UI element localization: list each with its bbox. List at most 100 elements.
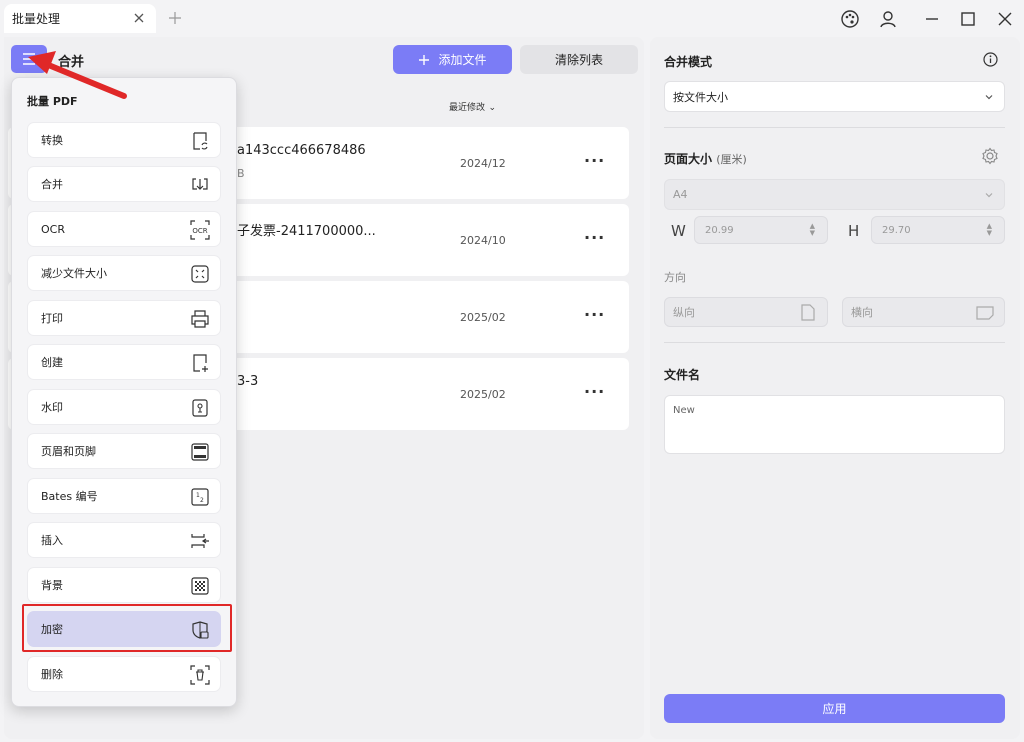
menu-item-insert[interactable]: 插入	[27, 522, 221, 558]
settings-panel	[650, 37, 1020, 739]
highlight-box	[22, 604, 232, 652]
sort-label: 最近修改	[449, 103, 486, 113]
plus-icon	[419, 54, 430, 65]
orientation-label: 方向	[664, 271, 686, 284]
sort-dropdown[interactable]: 最近修改 ⌄	[449, 100, 496, 113]
window-close-icon[interactable]	[995, 9, 1015, 29]
landscape-label: 横向	[851, 306, 873, 319]
menu-item-compress[interactable]: 减少文件大小	[27, 255, 221, 291]
merge-mode-value: 按文件大小	[673, 90, 728, 104]
menu-item-create[interactable]: 创建	[27, 344, 221, 380]
landscape-icon	[976, 306, 994, 320]
page-size-value: A4	[673, 188, 688, 201]
menu-item-label: 合并	[41, 178, 63, 191]
landscape-button[interactable]: 横向	[842, 297, 1005, 327]
maximize-icon[interactable]	[958, 9, 978, 29]
menu-item-background[interactable]: 背景	[27, 567, 221, 603]
more-icon[interactable]: ···	[584, 305, 605, 324]
menu-item-delete[interactable]: 删除	[27, 656, 221, 692]
menu-item-watermark[interactable]: 水印	[27, 389, 221, 425]
svg-text:OCR: OCR	[192, 227, 207, 235]
menu-item-label: 打印	[41, 312, 63, 325]
file-date: 2025/02	[460, 388, 506, 401]
divider	[664, 342, 1005, 343]
insert-icon	[191, 534, 209, 548]
page-size-unit: (厘米)	[716, 153, 747, 166]
background-icon	[191, 577, 209, 595]
height-field[interactable]: 29.70 ▲ ▼	[871, 216, 1005, 244]
width-label: W	[671, 222, 686, 240]
file-name: 3-3	[237, 374, 259, 389]
apply-label: 应用	[822, 702, 847, 716]
height-label: H	[848, 222, 860, 240]
file-size: B	[237, 167, 245, 180]
menu-item-label: 页眉和页脚	[41, 445, 96, 458]
menu-item-label: 创建	[41, 356, 63, 369]
file-name: a143ccc466678486	[237, 143, 366, 158]
page-size-select[interactable]: A4	[664, 179, 1005, 210]
menu-item-label: 背景	[41, 579, 63, 592]
file-date: 2024/12	[460, 157, 506, 170]
minimize-icon[interactable]	[922, 9, 942, 29]
apply-button[interactable]: 应用	[664, 694, 1005, 723]
convert-icon	[193, 132, 208, 150]
menu-item-label: 插入	[41, 534, 63, 547]
filename-label: 文件名	[664, 368, 701, 382]
spinner-icon[interactable]: ▲ ▼	[987, 223, 992, 237]
merge-icon	[192, 178, 208, 190]
ocr-icon: OCR	[190, 220, 210, 240]
plus-icon[interactable]	[167, 10, 183, 26]
menu-item-bates[interactable]: Bates 编号 12	[27, 478, 221, 514]
portrait-icon	[801, 304, 815, 321]
file-date: 2025/02	[460, 311, 506, 324]
menu-item-label: 水印	[41, 401, 63, 414]
palette-icon[interactable]	[840, 9, 860, 29]
menu-item-label: 删除	[41, 668, 63, 681]
watermark-icon	[192, 399, 208, 417]
more-icon[interactable]: ···	[584, 228, 605, 247]
portrait-button[interactable]: 纵向	[664, 297, 828, 327]
more-icon[interactable]: ···	[584, 382, 605, 401]
compress-icon	[191, 265, 209, 283]
chevron-down-icon: ⌄	[488, 103, 497, 113]
menu-item-label: 减少文件大小	[41, 267, 107, 280]
gear-icon[interactable]	[981, 147, 999, 165]
chevron-down-icon	[985, 95, 993, 100]
filename-input[interactable]: New	[664, 395, 1005, 454]
menu-item-ocr[interactable]: OCR OCR	[27, 211, 221, 247]
file-date: 2024/10	[460, 234, 506, 247]
page-size-label: 页面大小 (厘米)	[664, 152, 747, 166]
menu-item-header-footer[interactable]: 页眉和页脚	[27, 433, 221, 469]
header-footer-icon	[191, 443, 209, 461]
red-arrow-icon	[28, 51, 127, 99]
clear-list-label: 清除列表	[554, 53, 603, 67]
add-file-button[interactable]: 添加文件	[393, 45, 512, 74]
title-bar: 批量处理	[0, 0, 1024, 37]
portrait-label: 纵向	[673, 306, 695, 319]
create-icon	[193, 354, 208, 372]
height-value: 29.70	[882, 224, 911, 236]
spinner-icon[interactable]: ▲ ▼	[810, 223, 815, 237]
add-file-label: 添加文件	[438, 53, 487, 67]
width-value: 20.99	[705, 224, 734, 236]
user-icon[interactable]	[878, 9, 898, 29]
delete-icon	[190, 665, 210, 685]
bates-icon: 12	[191, 488, 209, 506]
menu-item-print[interactable]: 打印	[27, 300, 221, 336]
more-icon[interactable]: ···	[584, 151, 605, 170]
menu-item-label: 转换	[41, 134, 63, 147]
printer-icon	[191, 310, 209, 328]
chevron-down-icon	[985, 193, 993, 198]
divider	[664, 127, 1005, 128]
merge-mode-label: 合并模式	[664, 55, 713, 69]
info-icon[interactable]	[983, 52, 998, 67]
merge-mode-select[interactable]: 按文件大小	[664, 81, 1005, 112]
menu-item-label: Bates 编号	[41, 490, 98, 503]
file-name: 子发票-2411700000...	[237, 224, 376, 239]
menu-item-label: OCR	[41, 222, 65, 236]
menu-item-convert[interactable]: 转换	[27, 122, 221, 158]
width-field[interactable]: 20.99 ▲ ▼	[694, 216, 828, 244]
menu-item-merge[interactable]: 合并	[27, 166, 221, 202]
clear-list-button[interactable]: 清除列表	[520, 45, 638, 74]
svg-text:2: 2	[200, 497, 204, 504]
